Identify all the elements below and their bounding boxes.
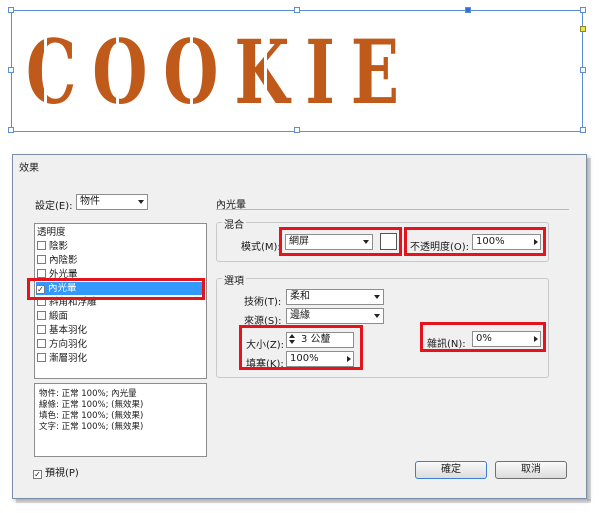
- selection-handle-top-left[interactable]: [8, 7, 14, 13]
- selection-handle-bottom-center[interactable]: [294, 127, 300, 133]
- preview-checkbox-row[interactable]: ✓ 預視(P): [33, 464, 79, 479]
- selection-handle-mid-left[interactable]: [8, 67, 14, 73]
- effects-dialog: 效果 設定(E): 物件 透明度 陰影 內陰影 外光暈 ✓ 內光暈 斜角和浮雕 緞…: [12, 154, 587, 499]
- highlight-mode: [279, 227, 402, 256]
- list-item-gradient-feather[interactable]: 漸層羽化: [37, 352, 87, 365]
- highlight-noise: [420, 322, 546, 352]
- highlight-inner-glow-item: [27, 278, 205, 300]
- list-item-transparency[interactable]: 透明度: [37, 226, 66, 239]
- technique-select[interactable]: 柔和: [286, 289, 384, 305]
- checkbox-inner-shadow[interactable]: [37, 255, 46, 264]
- dialog-shadow-right: [587, 158, 591, 501]
- settings-label: 設定(E):: [35, 201, 73, 212]
- selection-handle-bottom-right[interactable]: [580, 127, 586, 133]
- summary-line-stroke: 線條: 正常 100%; (無效果): [39, 400, 144, 410]
- section-divider: [216, 209, 569, 210]
- list-item-satin[interactable]: 緞面: [37, 310, 68, 323]
- selection-handle-top-right[interactable]: [580, 7, 586, 13]
- list-item-basic-feather[interactable]: 基本羽化: [37, 324, 87, 337]
- highlight-opacity: [404, 227, 546, 256]
- effects-list: 透明度 陰影 內陰影 外光暈 ✓ 內光暈 斜角和浮雕 緞面 基本羽化 方向羽化 漸…: [34, 223, 207, 379]
- dialog-shadow-bottom: [16, 499, 591, 503]
- selection-handle-bottom-left[interactable]: [8, 127, 14, 133]
- checkbox-directional-feather[interactable]: [37, 339, 46, 348]
- source-select[interactable]: 邊緣: [286, 308, 384, 324]
- highlight-size-choke: [239, 325, 363, 370]
- checkbox-outer-glow[interactable]: [37, 269, 46, 278]
- source-select-value: 邊緣: [290, 310, 310, 321]
- effects-summary: 物件: 正常 100%; 內光暈 線條: 正常 100%; (無效果) 填色: …: [34, 383, 207, 457]
- selection-handle-top-reference[interactable]: [465, 7, 471, 13]
- checkbox-gradient-feather[interactable]: [37, 353, 46, 362]
- settings-select-value: 物件: [80, 196, 100, 207]
- chevron-down-icon: [374, 295, 380, 299]
- blend-group-title: 混合: [222, 216, 246, 231]
- technique-label: 技術(T):: [244, 297, 282, 308]
- list-item-directional-feather[interactable]: 方向羽化: [37, 338, 87, 351]
- checkbox-basic-feather[interactable]: [37, 325, 46, 334]
- cancel-button[interactable]: 取消: [495, 461, 567, 479]
- list-item-drop-shadow[interactable]: 陰影: [37, 240, 68, 253]
- dialog-title: 效果: [19, 163, 39, 174]
- options-group-title: 選項: [222, 272, 246, 287]
- summary-line-object: 物件: 正常 100%; 內光暈: [39, 389, 137, 399]
- technique-select-value: 柔和: [290, 291, 310, 302]
- selection-handle-mid-right[interactable]: [580, 67, 586, 73]
- summary-line-text: 文字: 正常 100%; (無效果): [39, 422, 144, 432]
- stencil-gaps: [44, 28, 489, 124]
- summary-line-fill: 填色: 正常 100%; (無效果): [39, 411, 144, 421]
- checkbox-drop-shadow[interactable]: [37, 241, 46, 250]
- chevron-down-icon: [138, 200, 144, 204]
- mode-label: 模式(M):: [241, 242, 281, 253]
- list-item-inner-shadow[interactable]: 內陰影: [37, 254, 78, 267]
- chevron-down-icon: [374, 314, 380, 318]
- checkbox-satin[interactable]: [37, 311, 46, 320]
- selection-handle-top-center[interactable]: [294, 7, 300, 13]
- preview-checkbox[interactable]: ✓: [33, 470, 42, 479]
- frame-corner-option-handle[interactable]: [580, 26, 586, 32]
- preview-label: 預視(P): [45, 468, 79, 479]
- settings-select[interactable]: 物件: [76, 194, 148, 210]
- ok-button[interactable]: 確定: [415, 461, 487, 479]
